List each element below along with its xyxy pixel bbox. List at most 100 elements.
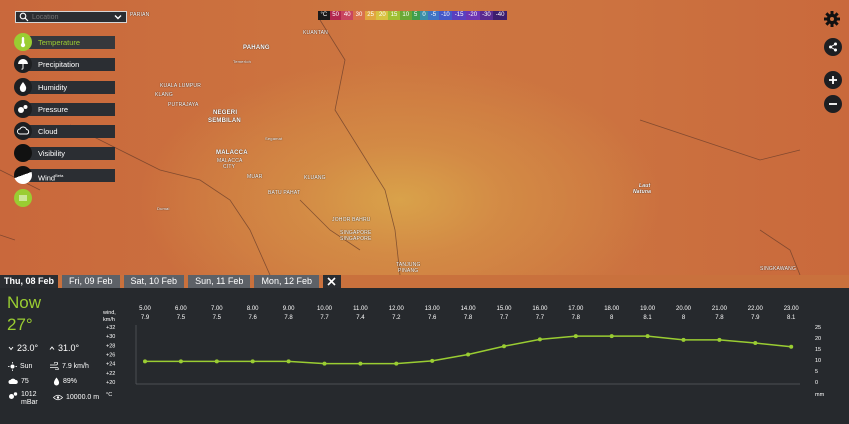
temperature-point [573, 334, 578, 339]
map-label: CITY [223, 164, 236, 170]
temperature-point [394, 361, 399, 366]
temperature-point [753, 341, 758, 346]
wind-value-label: 7.9 [141, 315, 150, 321]
map-label: PINANG [398, 268, 419, 274]
temperature-point [789, 344, 794, 349]
wind-value-label: 7.4 [356, 315, 365, 321]
layer-wind[interactable]: WindBeta [14, 166, 115, 184]
left-tick-label: +32 [106, 325, 115, 331]
hour-label: 19.00 [640, 306, 656, 312]
map-label: BATU PAHAT [268, 190, 301, 196]
map-label: PAHANG [243, 45, 270, 51]
temperature-legend: °C 50 40 30 25 20 15 10 5 0 -5 -10 -15 -… [318, 11, 507, 20]
map-label: SINGAPORE [340, 236, 372, 242]
hour-label: 9.00 [283, 306, 295, 312]
map-label: JOHOR BAHRU [332, 217, 371, 223]
legend-value: 30 [353, 11, 365, 20]
legend-value: 5 [411, 11, 420, 20]
map-label: MALACCA [216, 150, 248, 156]
legend-value: -20 [465, 11, 480, 20]
map-label: NEGERI [213, 110, 238, 116]
layer-temperature[interactable]: Temperature [14, 33, 115, 51]
layer-humidity[interactable]: Humidity [14, 78, 115, 96]
temperature-point [250, 359, 255, 364]
map-label: Natuna [633, 189, 652, 195]
location-search[interactable] [15, 11, 127, 23]
tab-day[interactable]: Sat, 10 Feb [123, 275, 185, 288]
share-button[interactable] [824, 38, 842, 56]
left-axis-unit: °C [106, 392, 112, 398]
map-label: Dumai [157, 206, 170, 211]
layer-label: Precipitation [28, 57, 115, 71]
location-input[interactable] [29, 13, 113, 21]
right-axis-unit: mm [815, 392, 825, 398]
legend-value: -5 [428, 11, 439, 20]
wind-value-label: 7.5 [213, 315, 222, 321]
hour-label: 10.00 [317, 306, 333, 312]
left-tick-label: +26 [106, 353, 115, 359]
map-label: KUALA LUMPUR [160, 83, 202, 89]
wind-value-label: 7.8 [572, 315, 581, 321]
layer-label: Temperature [28, 35, 115, 49]
layer-extra[interactable] [14, 189, 32, 207]
layer-pressure[interactable]: Pressure [14, 100, 115, 118]
wind-value-label: 7.7 [536, 315, 545, 321]
wind-value-label: 7.6 [249, 315, 258, 321]
temperature-point [178, 359, 183, 364]
map-label: Temerloh [233, 59, 252, 64]
layer-precipitation[interactable]: Precipitation [14, 55, 115, 73]
map-label: SINGKAWANG [760, 266, 797, 272]
tab-day[interactable]: Sun, 11 Feb [188, 275, 251, 288]
temperature-point [502, 344, 506, 349]
umbrella-icon [14, 55, 32, 73]
chevron-down-icon[interactable] [113, 12, 123, 22]
thermometer-icon [14, 33, 32, 51]
zoom-out-button[interactable] [824, 95, 842, 113]
tab-day[interactable]: Thu, 08 Feb [0, 275, 59, 288]
wind-value-label: 8.1 [643, 315, 652, 321]
temperature-point [645, 334, 650, 339]
layer-label: Pressure [28, 102, 115, 116]
temperature-point [358, 361, 363, 366]
right-tick-label: 0 [815, 380, 818, 386]
layer-cloud[interactable]: Cloud [14, 122, 115, 140]
zoom-in-button[interactable] [824, 71, 842, 89]
temperature-point [322, 361, 327, 366]
left-tick-label: +28 [106, 343, 115, 349]
hour-label: 12.00 [389, 306, 405, 312]
temperature-line [145, 335, 792, 365]
settings-button[interactable] [823, 10, 841, 28]
right-tick-label: 5 [815, 369, 818, 375]
tab-day[interactable]: Fri, 09 Feb [62, 275, 120, 288]
hour-label: 20.00 [676, 306, 692, 312]
legend-value: 50 [329, 11, 342, 20]
right-tick-label: 25 [815, 325, 821, 331]
temperature-point [430, 358, 435, 363]
hour-label: 17.00 [568, 306, 584, 312]
tab-day[interactable]: Mon, 12 Feb [254, 275, 319, 288]
hour-label: 5.00 [139, 306, 151, 312]
hour-label: 21.00 [712, 306, 728, 312]
wind-value-label: 8 [682, 315, 686, 321]
close-forecast-button[interactable] [322, 275, 341, 288]
map-label: MUAR [247, 174, 263, 180]
day-tabs: Thu, 08 Feb Fri, 09 Feb Sat, 10 Feb Sun,… [0, 275, 341, 288]
wind-value-label: 7.7 [320, 315, 329, 321]
right-tick-label: 20 [815, 336, 821, 342]
weather-map[interactable]: PARIAN KUANTAN PAHANG Temerloh KUALA LUM… [0, 0, 849, 275]
hour-label: 23.00 [784, 306, 800, 312]
temperature-point [286, 359, 291, 364]
wind-value-label: 7.7 [500, 315, 509, 321]
hour-label: 15.00 [496, 306, 512, 312]
layer-label: Cloud [28, 124, 115, 138]
search-icon [19, 12, 29, 22]
legend-unit: °C [318, 11, 330, 20]
wind-value-label: 7.8 [464, 315, 473, 321]
wind-value-label: 7.9 [751, 315, 760, 321]
map-label: PARIAN [130, 12, 150, 18]
hour-label: 7.00 [211, 306, 223, 312]
wind-icon [14, 166, 32, 184]
layer-visibility[interactable]: Visibility [14, 144, 115, 162]
legend-value: 0 [419, 11, 429, 20]
hour-label: 13.00 [425, 306, 441, 312]
